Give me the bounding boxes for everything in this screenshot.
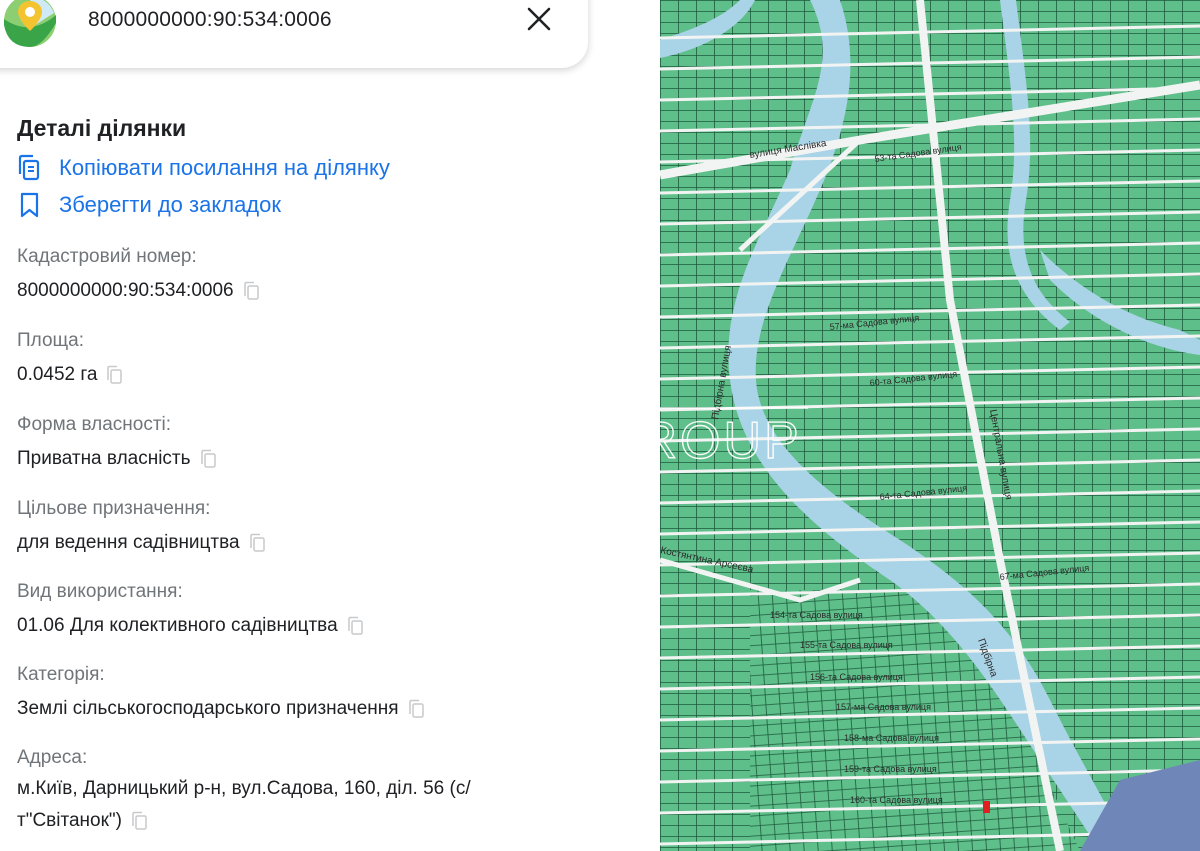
copy-link-label[interactable]: Копіювати посилання на ділянку [59, 155, 390, 181]
ownership-label: Форма власності: [17, 414, 172, 435]
category-label: Категорія: [17, 664, 105, 685]
cadastral-number-text: 8000000000:90:534:0006 [17, 280, 234, 301]
search-bar[interactable]: 8000000000:90:534:0006 [0, 0, 588, 68]
panel-title: Деталі ділянки [17, 115, 187, 141]
ownership-text: Приватна власність [17, 448, 191, 469]
bookmark-icon [20, 192, 39, 218]
details-panel: 8000000000:90:534:0006 Деталі ділянки Ко… [0, 0, 660, 851]
cadastral-number-label: Кадастровий номер: [17, 246, 197, 267]
ownership-value: Приватна власність [17, 443, 219, 475]
category-text: Землі сільськогосподарського призначення [17, 698, 399, 719]
selected-parcel[interactable] [983, 801, 990, 813]
address-line-2: т"Світанок") [17, 810, 122, 831]
usage-value: 01.06 Для колективного садівництва [17, 610, 366, 642]
close-icon[interactable] [524, 4, 554, 34]
copy-icon[interactable] [248, 533, 268, 553]
bookmark-label[interactable]: Зберегти до закладок [59, 192, 281, 218]
purpose-label: Цільове призначення: [17, 498, 211, 519]
copy-icon[interactable] [346, 616, 366, 636]
search-query-text[interactable]: 8000000000:90:534:0006 [88, 8, 332, 32]
map-canvas[interactable]: вулиця Маслівка 53-та Садова вулиця 57-м… [660, 0, 1200, 851]
address-value: м.Київ, Дарницький р-н, вул.Садова, 160,… [17, 773, 471, 837]
label-s159: 159-та Садова вулиця [844, 764, 937, 774]
copy-icon[interactable] [199, 449, 219, 469]
address-label: Адреса: [17, 747, 88, 768]
copy-icon[interactable] [242, 281, 262, 301]
area-text: 0.0452 га [17, 364, 98, 385]
copy-link-icon [18, 154, 40, 181]
usage-label: Вид використання: [17, 581, 183, 602]
cadastral-number-value: 8000000000:90:534:0006 [17, 275, 262, 307]
label-s160: 160-та Садова вулиця [850, 795, 943, 805]
copy-icon[interactable] [407, 699, 427, 719]
bookmark-button[interactable]: Зберегти до закладок [17, 190, 281, 220]
label-s158: 158-ма Садова вулиця [844, 733, 939, 743]
label-s154: 154-та Садова вулиця [770, 610, 863, 620]
copy-icon[interactable] [105, 365, 125, 385]
category-value: Землі сільськогосподарського призначення [17, 693, 427, 725]
copy-icon[interactable] [130, 811, 150, 831]
copy-link-button[interactable]: Копіювати посилання на ділянку [17, 153, 390, 183]
area-label: Площа: [17, 330, 85, 351]
usage-text: 01.06 Для колективного садівництва [17, 615, 338, 636]
label-s157: 157-ма Садова вулиця [836, 702, 931, 712]
maps-logo-icon [4, 0, 56, 47]
label-s155: 155-та Садова вулиця [800, 640, 893, 650]
area-value: 0.0452 га [17, 359, 125, 391]
purpose-value: для ведення садівництва [17, 527, 268, 559]
label-s156: 156-та Садова вулиця [810, 672, 903, 682]
address-line-1: м.Київ, Дарницький р-н, вул.Садова, 160,… [17, 778, 471, 799]
cadastral-map[interactable]: вулиця Маслівка 53-та Садова вулиця 57-м… [660, 0, 1200, 851]
purpose-text: для ведення садівництва [17, 532, 240, 553]
